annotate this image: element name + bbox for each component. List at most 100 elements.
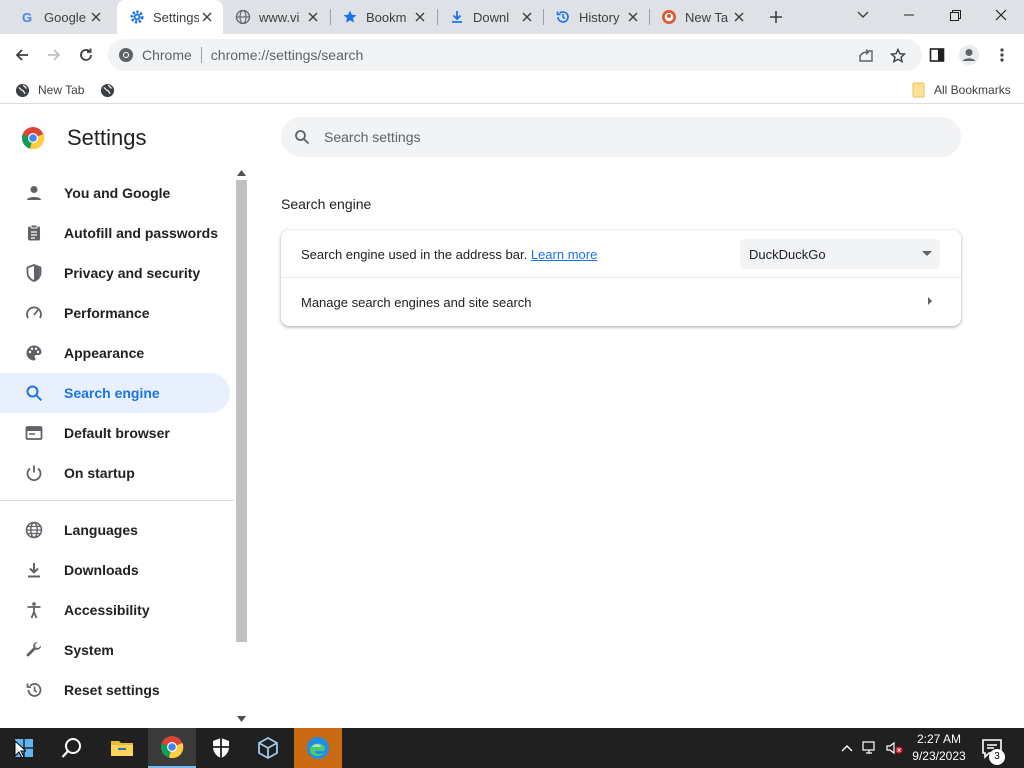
search-icon [24,383,44,403]
search-icon [61,738,81,758]
scroll-down-arrow [237,716,246,722]
sidebar-item-appearance[interactable]: Appearance [0,333,230,373]
sidebar-item-label: Accessibility [64,602,150,618]
new-tab-button[interactable] [764,5,788,29]
volume-muted-icon[interactable] [886,738,904,758]
tab-title: History [579,9,620,25]
all-bookmarks-label: All Bookmarks [934,83,1011,97]
clock-date: 9/23/2023 [912,749,966,763]
bookmark-new-tab[interactable]: New Tab [15,81,84,99]
omnibox-divider [200,47,202,63]
bookmark-star-icon[interactable] [888,46,908,66]
edge-icon [307,737,329,759]
tab-new-tab[interactable]: New Ta [649,0,755,34]
globe-icon [235,9,251,25]
wrench-icon [24,640,44,660]
history-icon [555,9,571,25]
back-button[interactable] [8,41,36,69]
tab-strip: G Google Settings www.vi Bookm Downl His… [0,0,1024,34]
all-bookmarks[interactable]: All Bookmarks [912,81,1011,99]
security-app-button[interactable] [197,728,245,768]
search-settings-input[interactable]: Search settings [281,117,961,157]
gauge-icon [24,303,44,323]
close-icon[interactable] [519,9,535,25]
chrome-logo [21,127,45,150]
tab-downloads[interactable]: Downl [437,0,543,34]
system-clock[interactable]: 2:27 AM 9/23/2023 [904,731,974,765]
tab-title: Settings [153,9,199,25]
url-text[interactable]: chrome://settings/search [211,47,364,63]
tab-settings[interactable]: Settings [117,0,223,34]
globe-icon [15,83,30,97]
bookmarks-bar: New Tab All Bookmarks [0,76,1024,104]
manage-search-engines-label: Manage search engines and site search [301,295,532,310]
sidebar-item-system[interactable]: System [0,630,230,670]
globe-icon [100,83,115,97]
close-icon[interactable] [731,9,747,25]
virtualbox-button[interactable] [244,728,292,768]
sidebar-item-downloads[interactable]: Downloads [0,550,230,590]
search-engine-row: Search engine used in the address bar. L… [281,230,961,278]
sidebar-item-autofill[interactable]: Autofill and passwords [0,213,230,253]
section-title: Search engine [281,196,372,212]
mouse-cursor-icon [14,740,26,759]
tab-title: Downl [473,9,510,25]
clock-time: 2:27 AM [916,732,962,746]
sidebar-item-you-and-google[interactable]: You and Google [0,173,230,213]
network-icon[interactable] [862,738,880,758]
accessibility-icon [24,600,44,620]
sidebar-item-privacy[interactable]: Privacy and security [0,253,230,293]
sidebar-item-default-browser[interactable]: Default browser [0,413,230,453]
sidebar-item-label: Performance [64,305,150,321]
edge-taskbar-button[interactable] [294,728,342,768]
chrome-taskbar-button[interactable] [148,728,196,768]
tab-www[interactable]: www.vi [223,0,329,34]
close-icon[interactable] [199,9,215,25]
tab-bookmarks[interactable]: Bookm [330,0,436,34]
sidebar-item-label: Languages [64,522,138,538]
profile-avatar[interactable] [955,41,983,69]
sidebar-scrollbar[interactable] [234,168,249,726]
address-bar[interactable]: Chrome chrome://settings/search [108,39,922,71]
tab-title: www.vi [259,9,300,25]
forward-button[interactable] [40,41,68,69]
reload-button[interactable] [72,41,100,69]
file-explorer-button[interactable] [98,728,146,768]
close-icon[interactable] [412,9,428,25]
notification-count-badge: 3 [989,749,1005,765]
sidebar-item-accessibility[interactable]: Accessibility [0,590,230,630]
row-label: Search engine used in the address bar. [301,247,528,262]
sidebar-item-label: Privacy and security [64,265,201,281]
site-chip[interactable]: Chrome [108,39,192,71]
restore-button[interactable] [932,0,978,30]
site-chip-label: Chrome [142,47,192,63]
sidebar-item-performance[interactable]: Performance [0,293,230,333]
sidebar-item-search-engine[interactable]: Search engine [0,373,230,413]
sidebar-item-reset-settings[interactable]: Reset settings [0,670,230,710]
google-favicon: G [20,9,36,25]
sidebar-item-languages[interactable]: Languages [0,510,230,550]
close-icon[interactable] [625,9,641,25]
tab-search-button[interactable] [840,0,886,30]
chevron-up-icon[interactable] [838,738,856,758]
taskbar-search-button[interactable] [48,728,96,768]
close-icon[interactable] [88,9,104,25]
scrollbar-thumb[interactable] [236,180,247,642]
manage-search-engines-row[interactable]: Manage search engines and site search [281,278,961,326]
power-icon [24,463,44,483]
tab-google[interactable]: G Google [8,0,112,34]
sidebar-item-on-startup[interactable]: On startup [0,453,230,493]
side-panel-button[interactable] [923,41,951,69]
person-icon [24,183,44,203]
bookmark-globe[interactable] [100,81,123,99]
close-icon[interactable] [305,9,321,25]
browser-icon [24,423,44,443]
close-window-button[interactable] [978,0,1024,30]
menu-kebab-icon[interactable] [988,41,1016,69]
learn-more-link[interactable]: Learn more [531,247,597,262]
minimize-button[interactable] [886,0,932,30]
share-icon[interactable] [856,46,876,66]
tab-history[interactable]: History [543,0,649,34]
search-engine-select[interactable]: DuckDuckGo [740,239,940,269]
dropdown-caret-icon [922,251,932,256]
